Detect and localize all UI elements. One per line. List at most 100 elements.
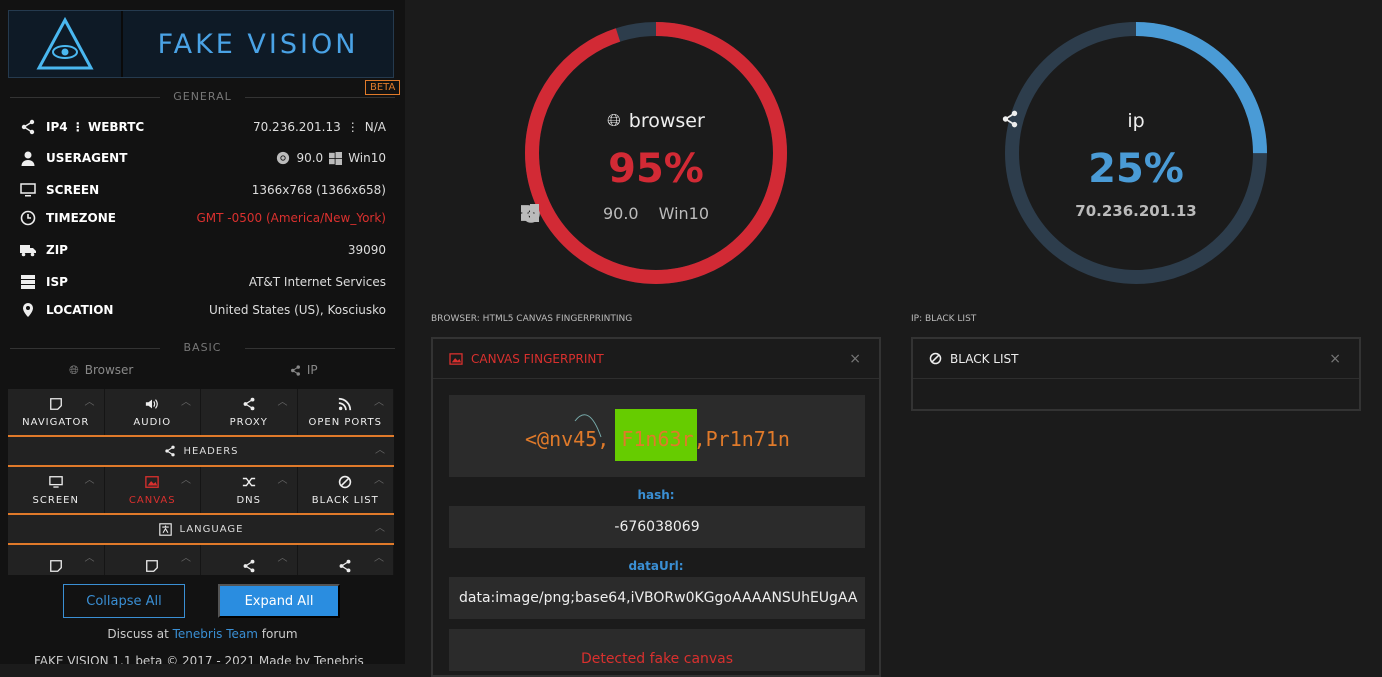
ip-section-caption: IP: BLACK LIST (911, 314, 977, 324)
chevron-up-icon[interactable]: ︿ (374, 393, 385, 408)
user-icon (21, 151, 35, 166)
share-icon (243, 397, 255, 410)
screen-value: 1366x768 (1366x658) (251, 183, 386, 197)
module-label: PROXY (229, 416, 268, 428)
chevron-up-icon[interactable]: ︿ (278, 549, 289, 564)
language-icon (158, 522, 172, 536)
clock-icon (20, 210, 36, 226)
info-row-location: LOCATION United States (US), Kosciusko (20, 300, 386, 320)
chevron-up-icon[interactable]: ︿ (375, 519, 386, 534)
info-label: USERAGENT (46, 151, 128, 165)
zip-value: 39090 (347, 243, 386, 257)
windows-icon (521, 204, 539, 222)
browser-version: 90.0 (602, 204, 639, 223)
shuffle-icon (242, 477, 255, 486)
basic-tabs: 🌐︎ Browser IP (0, 360, 405, 380)
tab-label: Browser (84, 363, 134, 377)
module-label: LANGUAGE (179, 523, 244, 535)
module-collapsed[interactable]: ︿ (105, 545, 201, 575)
chevron-up-icon[interactable]: ︿ (181, 471, 192, 486)
module-canvas[interactable]: ︿ CANVAS (105, 467, 201, 513)
ip-gauge: ip 25% 70.236.201.13 (1001, 18, 1271, 288)
tab-ip[interactable]: IP (203, 360, 406, 380)
module-label: BLACK LIST (311, 494, 379, 506)
module-collapsed[interactable]: ︿ (8, 545, 105, 575)
module-audio[interactable]: ︿ AUDIO (105, 389, 201, 435)
webrtc-value: N/A (364, 120, 386, 134)
location-value: United States (US), Kosciusko (209, 303, 386, 317)
module-collapsed[interactable]: ︿ (298, 545, 394, 575)
info-row-screen: SCREEN 1366x768 (1366x658) (20, 180, 386, 200)
module-label: DNS (236, 494, 262, 506)
logo-title: FAKE VISION (157, 28, 359, 60)
tab-browser[interactable]: 🌐︎ Browser (0, 360, 203, 380)
module-black-list[interactable]: ︿ BLACK LIST (298, 467, 394, 513)
info-label: ISP (46, 275, 68, 289)
truck-icon (20, 245, 36, 257)
panel-title: CANVAS FINGERPRINT (471, 351, 604, 366)
section-basic: BASIC (0, 341, 405, 354)
module-label: CANVAS (128, 494, 176, 506)
gauge-percent: 25% (1088, 146, 1184, 192)
os-value: Win10 (348, 151, 386, 165)
info-row-zip: ZIP 39090 (20, 240, 386, 260)
panel-title: BLACK LIST (950, 351, 1019, 366)
ip-value: 70.236.201.13 (252, 120, 341, 134)
close-icon[interactable]: × (1329, 351, 1341, 367)
module-open-ports[interactable]: ︿ OPEN PORTS (298, 389, 394, 435)
module-label: NAVIGATOR (22, 416, 90, 428)
share-icon (21, 119, 35, 135)
windows-icon (329, 151, 343, 165)
sidebar: FAKE VISION BETA GENERAL IP4 ⋮ WEBRTC 70… (0, 0, 405, 664)
rss-icon (338, 397, 352, 410)
module-label: OPEN PORTS (308, 416, 382, 428)
isp-value: AT&T Internet Services (248, 275, 386, 289)
module-screen[interactable]: ︿ SCREEN (8, 467, 105, 513)
chevron-up-icon[interactable]: ︿ (374, 549, 385, 564)
discuss-line: Discuss at Tenebris Team forum (0, 627, 405, 641)
kebab-icon: ⋮ (346, 120, 359, 134)
chevron-up-icon[interactable]: ︿ (375, 441, 386, 456)
collapse-all-button[interactable]: Collapse All (63, 584, 185, 618)
info-label: LOCATION (46, 303, 114, 317)
close-icon[interactable]: × (849, 351, 861, 367)
chevron-up-icon[interactable]: ︿ (374, 471, 385, 486)
note-icon (49, 560, 62, 572)
gauge-label: ip (1127, 110, 1145, 132)
browser-section-caption: BROWSER: HTML5 CANVAS FINGERPRINTING (431, 314, 633, 324)
chevron-up-icon[interactable]: ︿ (181, 549, 192, 564)
ban-icon (929, 352, 942, 365)
module-dns[interactable]: ︿ DNS (201, 467, 298, 513)
chevron-up-icon[interactable]: ︿ (85, 471, 96, 486)
chrome-icon (277, 151, 290, 165)
expand-all-button[interactable]: Expand All (218, 584, 340, 618)
speaker-icon (146, 398, 159, 409)
module-headers[interactable]: ︿ HEADERS (8, 437, 394, 467)
logo: FAKE VISION (8, 10, 394, 78)
fake-canvas-alert: Detected fake canvas (449, 629, 865, 671)
canvas-text: <@nv45, F1n63r,Pr1n71n (525, 427, 790, 451)
chevron-up-icon[interactable]: ︿ (278, 471, 289, 486)
module-language[interactable]: ︿ LANGUAGE (8, 515, 394, 545)
info-label: IP4 ⋮ WEBRTC (46, 120, 145, 134)
monitor-icon (20, 183, 36, 197)
module-label: HEADERS (183, 445, 239, 457)
footer-credit: FAKE VISION 1.1 beta © 2017 - 2021 Made … (34, 654, 364, 664)
eye-triangle-icon (9, 11, 123, 77)
module-proxy[interactable]: ︿ PROXY (201, 389, 298, 435)
chevron-up-icon[interactable]: ︿ (181, 393, 192, 408)
share-icon (243, 559, 255, 573)
chevron-up-icon[interactable]: ︿ (278, 393, 289, 408)
tab-label: IP (306, 363, 318, 377)
module-label: AUDIO (133, 416, 172, 428)
chevron-up-icon[interactable]: ︿ (85, 549, 96, 564)
monitor-icon (48, 475, 63, 488)
tenebris-team-link[interactable]: Tenebris Team (173, 627, 258, 641)
timezone-value: GMT -0500 (America/New_York) (196, 211, 386, 225)
chevron-up-icon[interactable]: ︿ (85, 393, 96, 408)
module-collapsed[interactable]: ︿ (201, 545, 298, 575)
globe-icon: 🌐︎ (69, 362, 79, 377)
main-content: 🌐︎ browser 95% 90.0 Win10 ip 25% 70.236.2… (405, 0, 1382, 677)
module-navigator[interactable]: ︿ NAVIGATOR (8, 389, 105, 435)
ban-icon (339, 475, 352, 488)
